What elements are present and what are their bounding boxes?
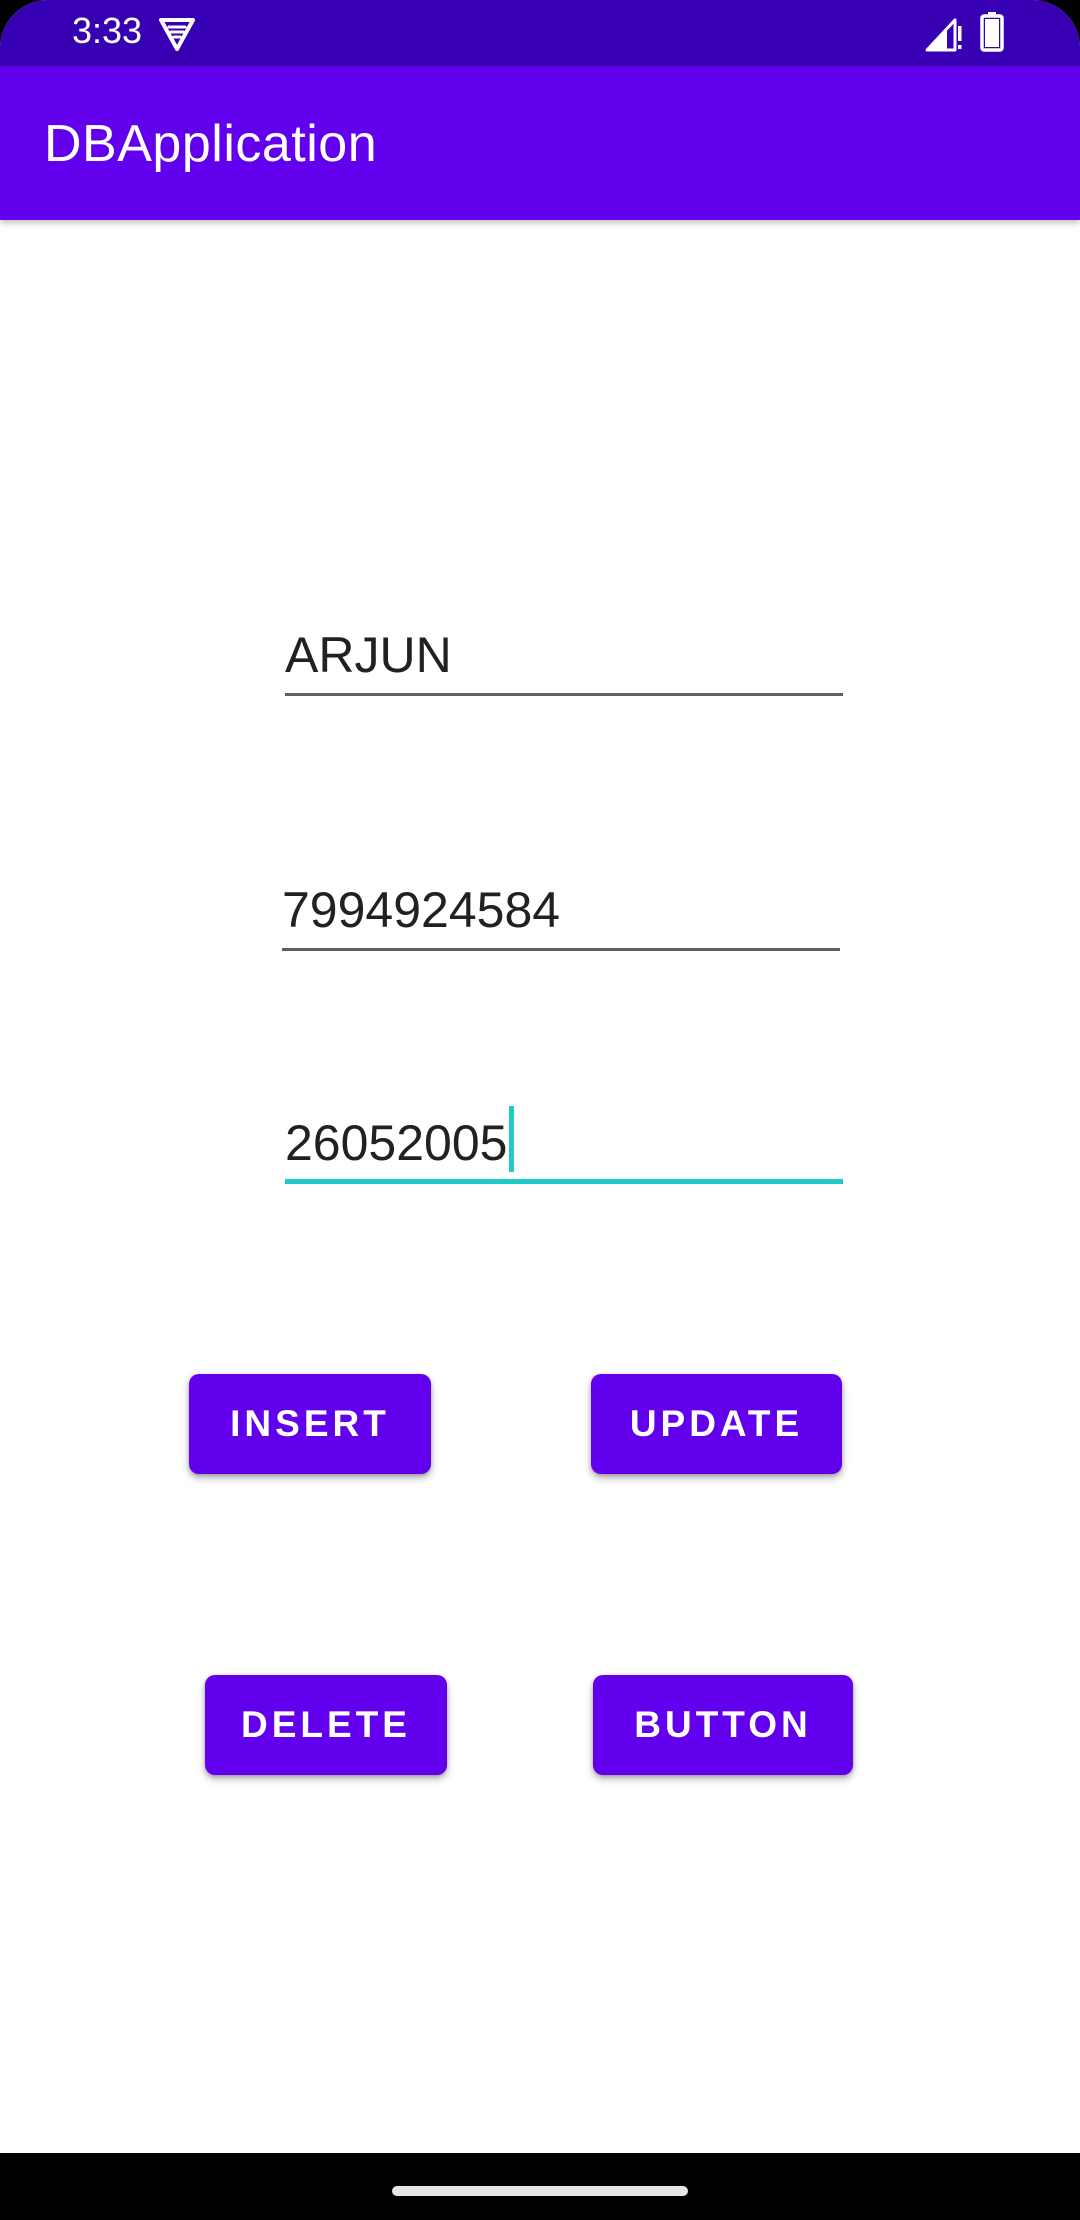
dob-field[interactable]: 26052005 <box>285 1104 843 1184</box>
dob-field-value: 26052005 <box>285 1115 508 1171</box>
dob-field-underline <box>285 1179 843 1184</box>
navigation-bar <box>0 2153 1080 2220</box>
insert-button[interactable]: INSERT <box>189 1374 431 1474</box>
phone-field-value: 7994924584 <box>282 882 561 938</box>
generic-button[interactable]: BUTTON <box>593 1675 853 1775</box>
name-field[interactable]: ARJUN <box>285 616 843 696</box>
name-field-value: ARJUN <box>285 627 452 683</box>
update-button[interactable]: UPDATE <box>591 1374 842 1474</box>
text-cursor <box>509 1106 515 1172</box>
status-time: 3:33 <box>72 10 143 51</box>
delete-button[interactable]: DELETE <box>205 1675 447 1775</box>
status-bar: 3:33 <box>0 0 1080 66</box>
app-bar: DBApplication <box>0 66 1080 220</box>
home-handle[interactable] <box>392 2186 688 2196</box>
dob-field-text: 26052005 <box>285 1106 515 1172</box>
signal-icon <box>925 18 962 52</box>
app-screen: 3:33 DBApplication ARJUN 7994924584 2605… <box>0 0 1080 2220</box>
phone-field[interactable]: 7994924584 <box>282 871 840 951</box>
app-title: DBApplication <box>44 115 378 173</box>
name-field-underline <box>285 693 843 696</box>
battery-icon <box>980 12 1004 52</box>
phone-field-underline <box>282 948 840 951</box>
vpn-icon <box>159 18 195 51</box>
